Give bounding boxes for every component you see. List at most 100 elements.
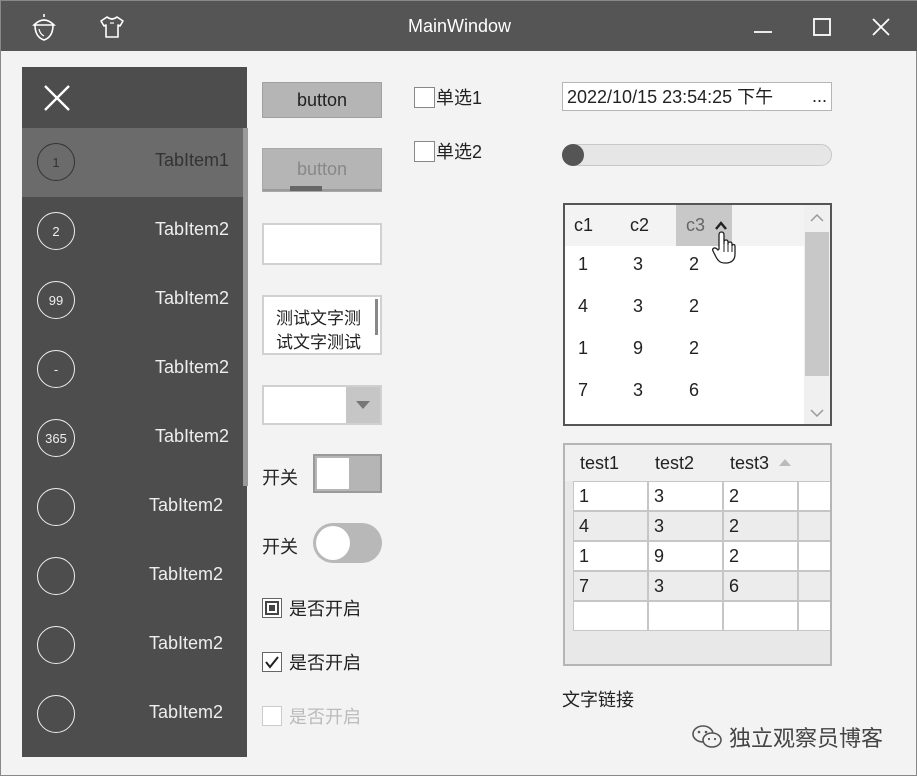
checkbox-disabled[interactable]: 是否开启	[262, 703, 361, 729]
data-grid-cell[interactable]: 3	[648, 511, 723, 541]
text-input[interactable]	[262, 223, 382, 265]
toggle-switch-round[interactable]	[313, 523, 382, 563]
checkbox-checked[interactable]: 是否开启	[262, 649, 361, 675]
checkbox-indeterminate-box[interactable]	[262, 598, 282, 618]
list-view-cell[interactable]: 7	[578, 380, 588, 401]
text-link[interactable]: 文字链接	[562, 686, 634, 712]
toggle-switch-square[interactable]	[313, 454, 382, 493]
radio-option-2[interactable]: 单选2	[414, 138, 482, 164]
datetime-more-button[interactable]: ...	[812, 84, 827, 108]
list-view-cell[interactable]: 3	[633, 296, 643, 317]
sidebar-item-label: TabItem2	[154, 219, 229, 239]
triangle-down-icon	[356, 400, 370, 409]
list-view-cell[interactable]: 2	[689, 296, 699, 317]
main-window: MainWindow 1 TabItem1 2 TabItem2 99 TabItem2-…	[0, 0, 917, 776]
close-icon	[872, 18, 890, 36]
list-view-cell[interactable]: 3	[633, 254, 643, 275]
switch2-label: 开关	[262, 537, 298, 557]
sidebar-item[interactable]: TabItem2	[22, 542, 247, 611]
wechat-icon	[692, 725, 722, 748]
multiline-text-input[interactable]: 测试文字测试文字测试	[262, 295, 382, 355]
sidebar-item[interactable]: TabItem2	[22, 611, 247, 680]
checkbox-checked-box[interactable]	[262, 652, 282, 672]
sidebar-item-label: TabItem2	[154, 357, 229, 377]
radio-box[interactable]	[414, 140, 435, 162]
checkbox-indeterminate[interactable]: 是否开启	[262, 595, 361, 621]
sidebar-close-icon[interactable]	[40, 81, 74, 115]
radio-box[interactable]	[414, 86, 435, 108]
list-view-header-cell[interactable]: c1	[574, 215, 593, 236]
list-view-header-cell[interactable]: c2	[630, 215, 649, 236]
data-grid-cell[interactable]: 2	[723, 511, 798, 541]
combo-dropdown-button[interactable]	[346, 387, 380, 423]
data-grid-row[interactable]: 432	[573, 511, 830, 541]
data-grid-cell[interactable]	[798, 511, 830, 541]
data-grid-cell[interactable]: 1	[573, 541, 648, 571]
primary-button[interactable]: button	[262, 82, 382, 118]
textarea-scrollbar[interactable]	[375, 299, 378, 335]
data-grid-cell[interactable]: 7	[573, 571, 648, 601]
data-grid-cell[interactable]: 2	[723, 481, 798, 511]
data-grid-row[interactable]: 132	[573, 481, 830, 511]
maximize-button[interactable]	[799, 9, 845, 45]
sidebar-item[interactable]: TabItem2	[22, 680, 247, 749]
data-grid-row[interactable]: 192	[573, 541, 830, 571]
data-grid-cell[interactable]: 9	[648, 541, 723, 571]
sidebar-item-label: TabItem2	[154, 426, 229, 446]
checkbox-label: 是否开启	[289, 653, 361, 673]
data-grid-cell[interactable]: 3	[648, 571, 723, 601]
data-grid-row[interactable]: 736	[573, 571, 830, 601]
data-grid-cell[interactable]	[573, 601, 648, 631]
scroll-down-icon[interactable]	[810, 409, 824, 418]
sidebar-item[interactable]: - TabItem2	[22, 335, 247, 404]
list-view-cell[interactable]: 4	[578, 296, 588, 317]
data-grid-header-cell[interactable]: test2	[655, 453, 694, 474]
data-grid-cell[interactable]	[798, 601, 830, 631]
data-grid-cell[interactable]: 2	[723, 541, 798, 571]
title-bar[interactable]: MainWindow	[1, 1, 917, 51]
sidebar-item[interactable]: 2 TabItem2	[22, 197, 247, 266]
sidebar-item[interactable]: 99 TabItem2	[22, 266, 247, 335]
data-grid-cell[interactable]: 1	[573, 481, 648, 511]
list-view-scrollbar[interactable]	[804, 205, 830, 424]
datetime-picker[interactable]: 2022/10/15 23:54:25 下午 ...	[562, 82, 832, 111]
list-view-cell[interactable]: 3	[633, 380, 643, 401]
data-grid-cell[interactable]	[798, 541, 830, 571]
list-view-cell[interactable]: 9	[633, 338, 643, 359]
data-grid-cell[interactable]	[798, 481, 830, 511]
list-view-cell[interactable]: 1	[578, 338, 588, 359]
slider[interactable]	[562, 144, 832, 166]
sidebar-scrollbar[interactable]	[243, 128, 248, 486]
radio-label: 单选2	[436, 142, 483, 162]
data-grid-cell[interactable]	[723, 601, 798, 631]
pressed-button[interactable]: button	[262, 148, 382, 192]
list-view-cell[interactable]: 2	[689, 254, 699, 275]
slider-thumb[interactable]	[562, 144, 584, 166]
sidebar-item-badge: -	[37, 350, 75, 388]
sidebar-item[interactable]: 365 TabItem2	[22, 404, 247, 473]
data-grid-cell[interactable]	[798, 571, 830, 601]
scroll-up-icon[interactable]	[810, 213, 824, 222]
data-grid-header-cell[interactable]: test1	[580, 453, 619, 474]
sidebar-item[interactable]: 1 TabItem1	[22, 128, 247, 197]
checkbox-disabled-box[interactable]	[262, 706, 282, 726]
minimize-button[interactable]	[740, 9, 786, 45]
data-grid-cell[interactable]: 4	[573, 511, 648, 541]
data-grid[interactable]: test1 test2 test3 132432192736	[563, 443, 832, 666]
list-view[interactable]: c1 c2 c3 1 3 2 4 3 2 1 9 2 7 3 6	[563, 203, 832, 426]
data-grid-header-cell[interactable]: test3	[730, 453, 769, 474]
sidebar-item[interactable]: TabItem2	[22, 473, 247, 542]
data-grid-cell[interactable]: 6	[723, 571, 798, 601]
list-view-cell[interactable]: 1	[578, 254, 588, 275]
list-view-cell[interactable]: 6	[689, 380, 699, 401]
radio-option-1[interactable]: 单选1	[414, 84, 482, 110]
scrollbar-thumb[interactable]	[805, 232, 829, 376]
data-grid-row[interactable]	[573, 601, 830, 631]
data-grid-cell[interactable]	[648, 601, 723, 631]
list-view-header-cell[interactable]: c3	[686, 215, 705, 236]
data-grid-cell[interactable]: 3	[648, 481, 723, 511]
combo-box[interactable]	[262, 385, 382, 425]
close-button[interactable]	[858, 9, 904, 45]
list-view-cell[interactable]: 2	[689, 338, 699, 359]
toggle-knob	[317, 458, 349, 489]
